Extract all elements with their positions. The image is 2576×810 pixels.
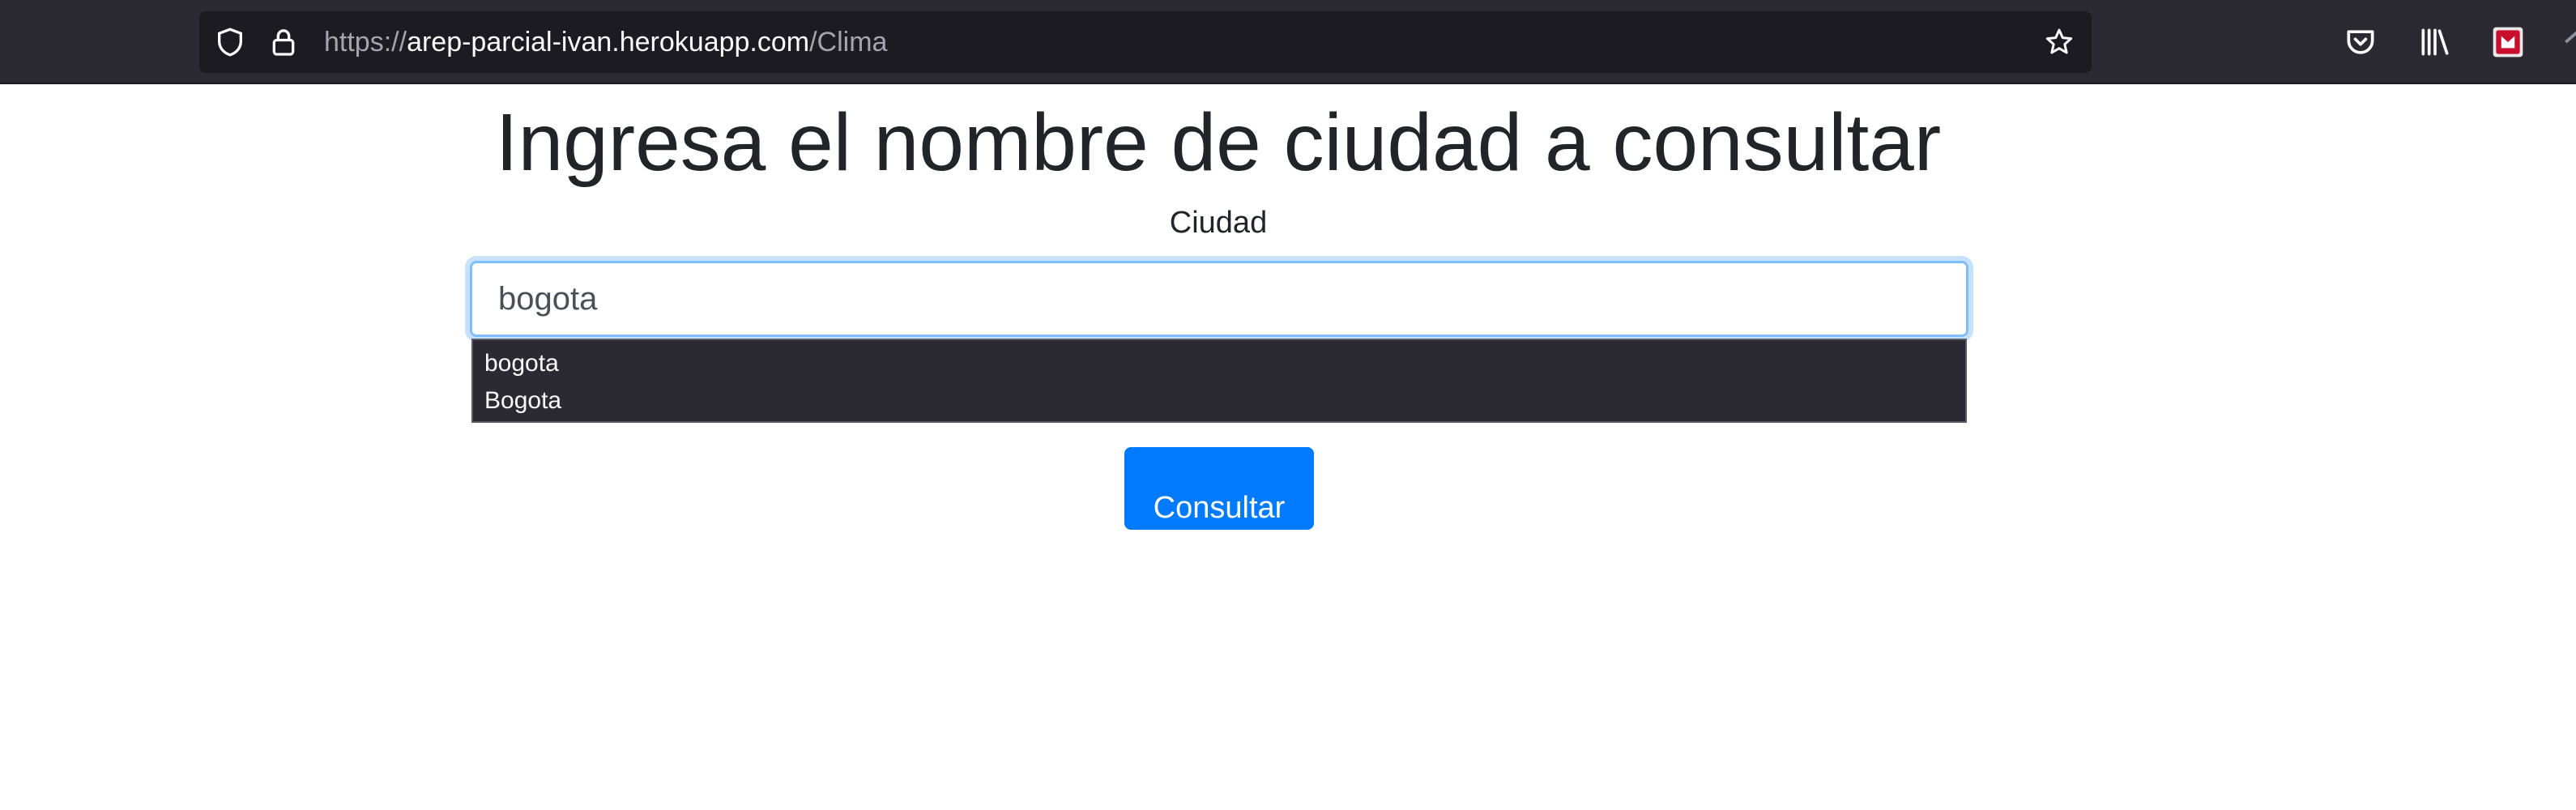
page-title: Ingresa el nombre de ciudad a consultar [495, 97, 1942, 188]
extension-icon[interactable] [2490, 24, 2526, 60]
url-bar[interactable]: https://arep-parcial-ivan.herokuapp.com/… [199, 11, 2092, 73]
url-host: arep-parcial-ivan.herokuapp.com [407, 27, 810, 58]
star-icon[interactable] [2043, 26, 2075, 58]
city-label: Ciudad [1169, 206, 1268, 240]
url-text[interactable]: https://arep-parcial-ivan.herokuapp.com/… [324, 11, 887, 73]
browser-toolbar: https://arep-parcial-ivan.herokuapp.com/… [0, 0, 2576, 84]
lock-icon[interactable] [267, 26, 300, 58]
shield-icon[interactable] [214, 26, 246, 58]
autocomplete-option[interactable]: bogota [473, 345, 1965, 382]
url-scheme: https:// [324, 27, 407, 58]
overflow-icon[interactable] [2560, 24, 2576, 60]
consultar-button[interactable]: Consultar [1124, 447, 1314, 530]
url-path: /Clima [809, 27, 888, 58]
library-icon[interactable] [2417, 24, 2453, 60]
page-content: Ingresa el nombre de ciudad a consultar … [0, 84, 2576, 810]
city-input[interactable] [470, 261, 1968, 337]
autocomplete-option[interactable]: Bogota [473, 382, 1965, 420]
autocomplete-dropdown: bogota Bogota [471, 339, 1967, 423]
pocket-icon[interactable] [2343, 24, 2378, 60]
